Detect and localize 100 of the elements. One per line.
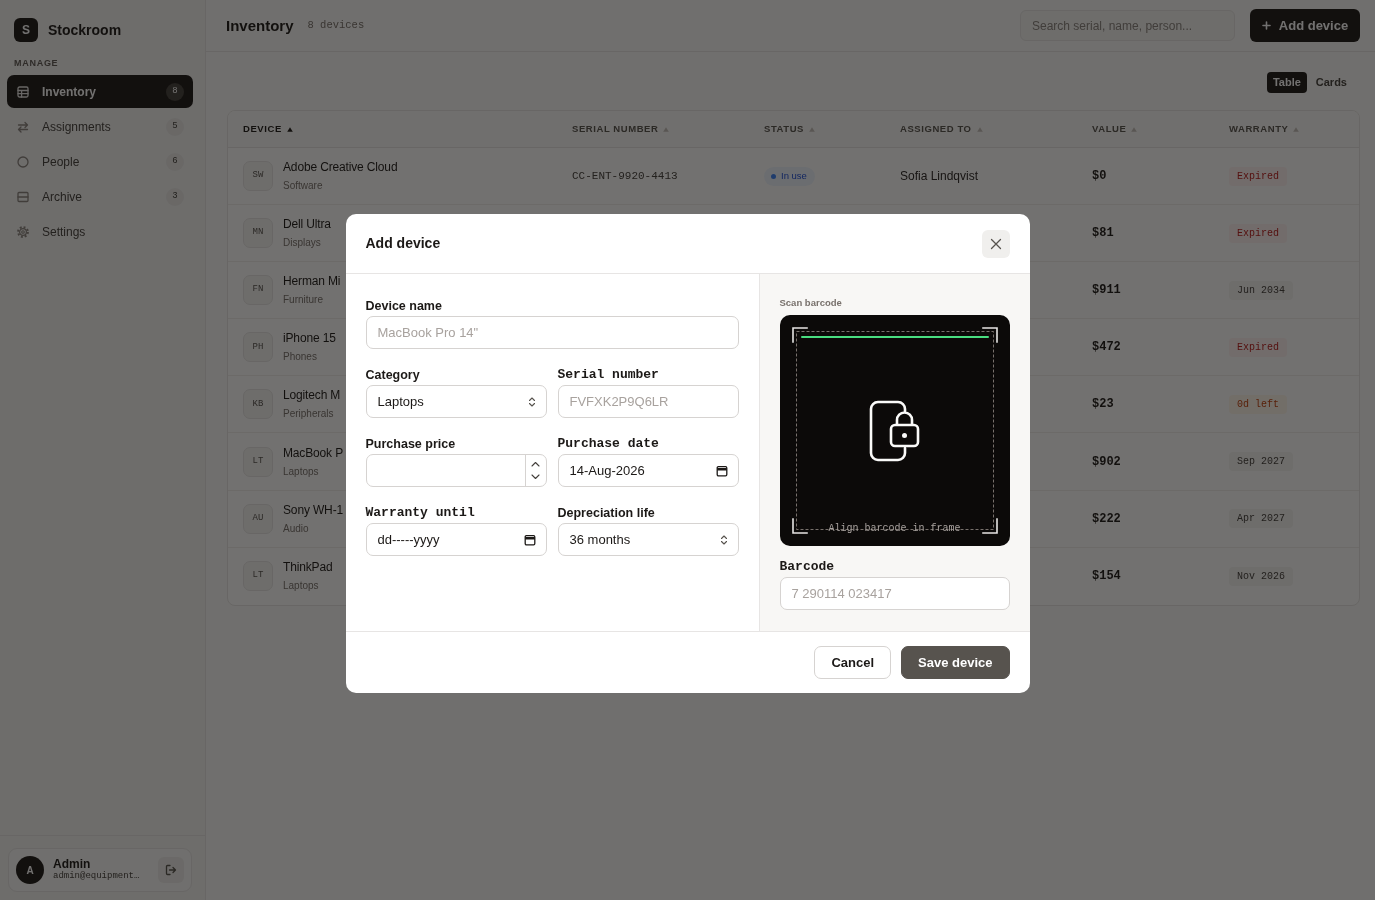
device-value: $154 — [1092, 568, 1121, 586]
column-header[interactable]: VALUE — [1092, 121, 1138, 137]
count-badge: 3 — [166, 187, 184, 206]
device-initials: SW — [243, 161, 273, 192]
sidebar-item[interactable]: Assignments 5 — [7, 110, 193, 143]
cancel-button[interactable]: Cancel — [814, 646, 892, 679]
warranty-badge: Expired — [1229, 166, 1287, 186]
view-tab[interactable]: Cards — [1309, 72, 1353, 93]
select-field[interactable]: Laptops — [365, 385, 547, 418]
add-device-button[interactable]: Add device — [1250, 9, 1360, 42]
calendar-icon[interactable] — [523, 533, 536, 546]
sort-arrow-icon — [663, 126, 670, 132]
user-name: Admin — [53, 858, 91, 871]
sidebar-item[interactable]: Archive 3 — [7, 180, 193, 213]
field-label: Barcode — [779, 559, 835, 575]
device-name: Adobe Creative Cloud — [283, 160, 398, 176]
device-category: Software — [283, 179, 323, 193]
field-label: Purchase date — [557, 436, 659, 452]
date-field[interactable]: 14-Aug-2026 — [557, 454, 739, 487]
count-badge: 8 — [166, 82, 184, 101]
sort-arrow-icon — [1131, 126, 1138, 132]
warranty-badge: Apr 2027 — [1229, 509, 1293, 529]
device-initials: KB — [243, 389, 273, 420]
scanner-label: Scan barcode — [779, 296, 842, 309]
input-field[interactable]: MacBook Pro 14" — [365, 316, 739, 349]
field-label: Serial number — [557, 367, 659, 383]
warranty-badge: Jun 2034 — [1229, 280, 1293, 300]
warranty-badge: Expired — [1229, 337, 1287, 357]
field-label: Purchase price — [365, 436, 456, 452]
device-name: Herman Mi — [283, 274, 341, 290]
device-category: Displays — [283, 236, 321, 250]
chevron-up-icon[interactable] — [531, 461, 540, 467]
chevron-up-down-icon — [719, 533, 728, 546]
app-name: Stockroom — [48, 20, 122, 40]
sort-arrow-icon — [286, 126, 293, 132]
device-name: Logitech M — [283, 388, 341, 404]
column-header[interactable]: STATUS — [764, 121, 815, 137]
count-badge: 6 — [166, 152, 184, 171]
serial-number: CC-ENT-9920-4413 — [572, 168, 678, 184]
device-value: $81 — [1092, 225, 1114, 243]
device-value: $23 — [1092, 396, 1114, 414]
number-field[interactable] — [365, 454, 547, 487]
count-badge: 5 — [166, 117, 184, 136]
field-label: Device name — [365, 298, 442, 314]
logout-button[interactable] — [158, 857, 184, 883]
device-value: $472 — [1092, 339, 1121, 357]
device-initials: LT — [243, 561, 273, 592]
sidebar-item[interactable]: Inventory 8 — [7, 75, 193, 108]
scanner-hint: Align barcode in frame — [828, 522, 961, 535]
warranty-badge: 0d left — [1229, 394, 1287, 414]
chevron-down-icon[interactable] — [531, 474, 540, 480]
device-name: MacBook P — [283, 445, 343, 461]
device-name: ThinkPad — [283, 560, 333, 576]
device-value: $911 — [1092, 282, 1121, 300]
plus-icon — [1261, 21, 1271, 30]
device-category: Laptops — [283, 464, 319, 478]
input-field[interactable]: 7 290114 023417 — [779, 577, 1010, 610]
gear-icon — [17, 225, 29, 238]
input-field[interactable]: FVFXK2P9Q6LR — [557, 385, 739, 418]
column-header[interactable]: SERIAL NUMBER — [572, 121, 670, 137]
sort-arrow-icon — [1293, 126, 1300, 132]
phone-lock-icon — [868, 399, 921, 462]
view-tab[interactable]: Table — [1266, 72, 1307, 93]
sort-arrow-icon — [809, 126, 815, 132]
save-button[interactable]: Save device — [901, 646, 1010, 679]
device-category: Peripherals — [283, 407, 334, 421]
close-button[interactable] — [981, 229, 1010, 258]
device-initials: AU — [243, 503, 273, 534]
device-value: $0 — [1092, 168, 1107, 186]
warranty-badge: Sep 2027 — [1229, 452, 1293, 471]
modal-title: Add device — [365, 235, 441, 252]
device-category: Phones — [283, 350, 317, 364]
column-header[interactable]: WARRANTY — [1229, 121, 1300, 137]
sidebar-item[interactable]: People 6 — [7, 145, 193, 178]
device-name: Sony WH-1 — [283, 502, 343, 518]
device-category: Audio — [283, 521, 309, 535]
sort-arrow-icon — [976, 126, 983, 132]
sidebar-item[interactable]: Settings — [7, 215, 193, 248]
warranty-badge: Nov 2026 — [1229, 566, 1293, 586]
column-header[interactable]: ASSIGNED TO — [900, 121, 983, 137]
field-label: Depreciation life — [557, 505, 655, 521]
date-field[interactable]: dd-----yyyy — [365, 523, 547, 556]
device-initials: LT — [243, 446, 273, 477]
field-label: Warranty until — [365, 505, 475, 521]
chevron-up-down-icon — [527, 395, 536, 408]
column-header[interactable]: DEVICE — [243, 121, 293, 137]
device-value: $902 — [1092, 453, 1121, 471]
swap-arrows-icon — [17, 120, 29, 133]
status-label: In use — [781, 168, 807, 183]
avatar: A — [16, 856, 44, 884]
device-value: $222 — [1092, 510, 1121, 528]
page-title: Inventory — [226, 16, 294, 35]
status-dot-icon — [771, 173, 776, 179]
device-category: Laptops — [283, 579, 319, 593]
select-field[interactable]: 36 months — [557, 523, 739, 556]
user-email: admin@equipment… — [53, 871, 140, 882]
device-initials: FN — [243, 275, 273, 306]
calendar-icon[interactable] — [715, 464, 728, 477]
section-heading: MANAGE — [14, 58, 59, 69]
logo-mark: S — [14, 18, 38, 42]
